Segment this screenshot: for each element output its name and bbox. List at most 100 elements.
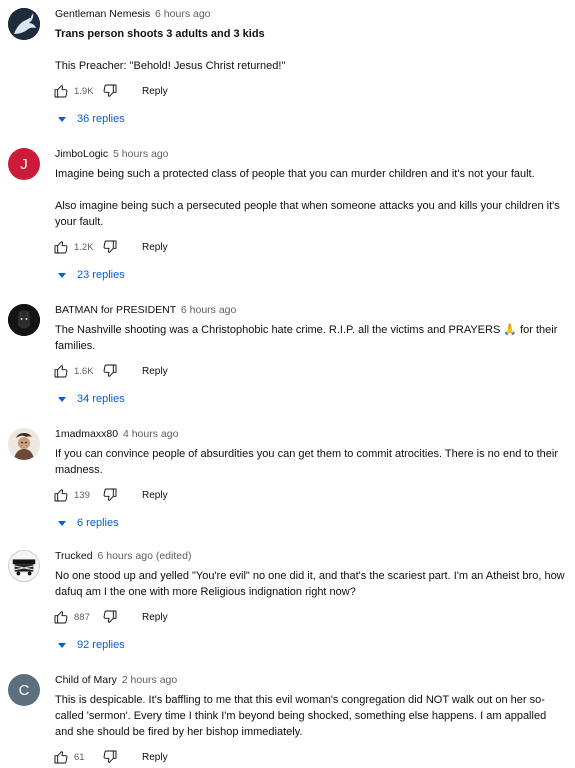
comment-body: BATMAN for PRESIDENT 6 hours ago The Nas… <box>53 304 565 405</box>
reply-button[interactable]: Reply <box>142 242 168 253</box>
caret-down-icon <box>58 117 66 122</box>
comment-author[interactable]: Trucked <box>55 550 93 562</box>
like-count: 61 <box>74 751 85 763</box>
avatar[interactable] <box>8 550 40 582</box>
caret-down-icon <box>58 273 66 278</box>
comment-body: Trucked 6 hours ago (edited) No one stoo… <box>53 550 565 651</box>
like-count: 1.9K <box>74 85 94 97</box>
replies-count: 6 replies <box>77 517 119 529</box>
comment-text: This is despicable. It's baffling to me … <box>55 692 565 740</box>
dislike-button[interactable] <box>102 83 118 99</box>
thumbs-down-icon <box>103 364 117 377</box>
comment-actions: 1.6K Reply <box>53 361 565 381</box>
dislike-button[interactable] <box>102 487 118 503</box>
comment-text-line: No one stood up and yelled "You're evil"… <box>55 570 565 598</box>
like-count: 139 <box>74 489 90 501</box>
comment-text-line: This Preacher: "Behold! Jesus Christ ret… <box>55 60 286 72</box>
comment-actions: 61 Reply <box>53 747 565 767</box>
comment-text: Imagine being such a protected class of … <box>55 166 565 230</box>
comment-text-line: Also imagine being such a persecuted peo… <box>55 200 560 228</box>
like-button[interactable] <box>53 487 69 503</box>
comment-text: No one stood up and yelled "You're evil"… <box>55 568 565 600</box>
comment-text-line: Imagine being such a protected class of … <box>55 168 535 180</box>
reply-button[interactable]: Reply <box>142 612 168 623</box>
like-button[interactable] <box>53 239 69 255</box>
avatar[interactable] <box>8 428 40 460</box>
dislike-button[interactable] <box>102 363 118 379</box>
replies-count: 34 replies <box>77 393 125 405</box>
like-button[interactable] <box>53 83 69 99</box>
replies-count: 23 replies <box>77 269 125 281</box>
like-button[interactable] <box>53 749 69 765</box>
comment-body: 1madmaxx80 4 hours ago If you can convin… <box>53 428 565 529</box>
view-replies-button[interactable]: 6 replies <box>57 517 177 529</box>
comment-author[interactable]: Gentleman Nemesis <box>55 8 150 20</box>
comment-time[interactable]: 5 hours ago <box>113 148 168 160</box>
like-button[interactable] <box>53 609 69 625</box>
avatar[interactable] <box>8 304 40 336</box>
comment-time[interactable]: 2 hours ago <box>122 674 177 686</box>
like-button[interactable] <box>53 363 69 379</box>
comment-time[interactable]: 6 hours ago (edited) <box>97 550 191 562</box>
avatar-letter: C <box>18 681 30 699</box>
avatar[interactable] <box>8 8 40 40</box>
comment-author[interactable]: Child of Mary <box>55 674 117 686</box>
comment-text-line: The Nashville shooting was a Christophob… <box>55 324 558 352</box>
dislike-button[interactable] <box>102 239 118 255</box>
comment-time[interactable]: 6 hours ago <box>181 304 236 316</box>
thumbs-up-icon <box>54 751 68 764</box>
avatar[interactable]: J <box>8 148 40 180</box>
comment-actions: 1.2K Reply <box>53 237 565 257</box>
thumbs-up-icon <box>54 241 68 254</box>
caret-down-icon <box>58 397 66 402</box>
view-replies-button[interactable]: 92 replies <box>57 639 177 651</box>
replies-count: 92 replies <box>77 639 125 651</box>
comment-text-line: This is despicable. It's baffling to me … <box>55 694 547 738</box>
comment-time[interactable]: 6 hours ago <box>155 8 210 20</box>
comment-author[interactable]: BATMAN for PRESIDENT <box>55 304 176 316</box>
dislike-button[interactable] <box>102 749 118 765</box>
reply-button[interactable]: Reply <box>142 86 168 97</box>
thumbs-up-icon <box>54 365 68 378</box>
comment-text: The Nashville shooting was a Christophob… <box>55 322 565 354</box>
bat-avatar-icon <box>8 304 40 336</box>
character-avatar-icon <box>8 428 40 460</box>
thumbs-down-icon <box>103 240 117 253</box>
dislike-button[interactable] <box>102 609 118 625</box>
dragon-avatar-icon <box>8 8 40 40</box>
like-count: 1.2K <box>74 241 94 253</box>
comment-text-line: If you can convince people of absurditie… <box>55 448 559 476</box>
view-replies-button[interactable]: 36 replies <box>57 113 177 125</box>
replies-count: 36 replies <box>77 113 125 125</box>
thumbs-down-icon <box>103 84 117 97</box>
avatar-letter: J <box>20 155 28 173</box>
comment-body: JimboLogic 5 hours ago Imagine being suc… <box>53 148 565 281</box>
comment-actions: 139 Reply <box>53 485 565 505</box>
comment-author[interactable]: 1madmaxx80 <box>55 428 118 440</box>
thumbs-up-icon <box>54 85 68 98</box>
reply-button[interactable]: Reply <box>142 366 168 377</box>
reply-button[interactable]: Reply <box>142 752 168 763</box>
thumbs-up-icon <box>54 611 68 624</box>
comment-time[interactable]: 4 hours ago <box>123 428 178 440</box>
caret-down-icon <box>58 643 66 648</box>
view-replies-button[interactable]: 23 replies <box>57 269 177 281</box>
reply-button[interactable]: Reply <box>142 490 168 501</box>
thumbs-down-icon <box>103 610 117 623</box>
avatar[interactable]: C <box>8 674 40 706</box>
caret-down-icon <box>58 521 66 526</box>
thumbs-up-icon <box>54 489 68 502</box>
comment-text-line: Trans person shoots 3 adults and 3 kids <box>55 28 265 40</box>
comment-body: Child of Mary 2 hours ago This is despic… <box>53 674 565 767</box>
comment-body: Gentleman Nemesis 6 hours ago Trans pers… <box>53 8 565 125</box>
comment-text: If you can convince people of absurditie… <box>55 446 565 478</box>
comment-text: Trans person shoots 3 adults and 3 kids … <box>55 26 565 74</box>
view-replies-button[interactable]: 34 replies <box>57 393 177 405</box>
thumbs-down-icon <box>103 488 117 501</box>
like-count: 1.6K <box>74 365 94 377</box>
comment-author[interactable]: JimboLogic <box>55 148 108 160</box>
comment-actions: 1.9K Reply <box>53 81 565 101</box>
thumbs-down-icon <box>103 750 117 763</box>
like-count: 887 <box>74 611 90 623</box>
comment-actions: 887 Reply <box>53 607 565 627</box>
